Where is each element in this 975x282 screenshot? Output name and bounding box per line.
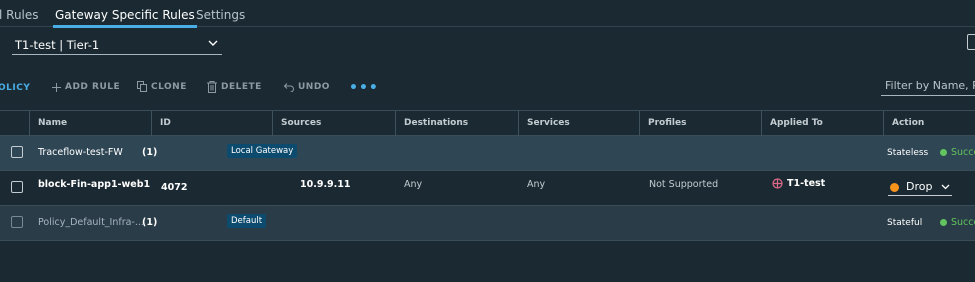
rule-services[interactable]: Any — [527, 179, 545, 190]
rule-id: 4072 — [161, 182, 188, 193]
column-header-id[interactable]: ID — [151, 111, 272, 136]
status-indicator: Success — [940, 147, 975, 158]
gateway-select[interactable]: T1-test | Tier-1 — [12, 37, 222, 55]
rule-destinations[interactable]: Any — [404, 179, 422, 190]
chevron-down-icon — [208, 40, 218, 46]
status-text: Success — [951, 147, 975, 158]
tab-bar: l Rules Gateway Specific Rules Settings — [0, 0, 975, 28]
action-select-value: Drop — [906, 180, 933, 193]
delete-label: DELETE — [221, 82, 262, 92]
column-header-profiles[interactable]: Profiles — [639, 111, 761, 136]
success-dot-icon — [940, 149, 947, 156]
policy-action: Stateless — [887, 148, 929, 158]
scope-badge: Local Gateway — [227, 144, 298, 158]
drop-dot-icon — [890, 183, 899, 192]
column-header-destinations[interactable]: Destinations — [395, 111, 518, 136]
rule-sources[interactable]: 10.9.9.11 — [300, 179, 351, 190]
gateway-select-value: T1-test | Tier-1 — [15, 38, 100, 52]
trash-icon — [207, 81, 217, 93]
add-policy-label: OLICY — [0, 83, 31, 93]
applied-to-label: T1-test — [787, 178, 826, 189]
scope-badge: Default — [227, 214, 267, 228]
tab-settings[interactable]: Settings — [196, 8, 245, 22]
action-select[interactable]: Drop — [888, 178, 952, 196]
table-row[interactable]: block-Fin-app1-web1 4072 10.9.9.11 Any A… — [0, 171, 975, 206]
clone-label: CLONE — [151, 81, 187, 92]
applied-to[interactable]: T1-test — [772, 178, 825, 189]
delete-button[interactable]: DELETE — [207, 81, 262, 93]
column-header-sources[interactable]: Sources — [272, 111, 395, 136]
rule-profiles[interactable]: Not Supported — [649, 179, 718, 190]
rules-table: Name ID Sources Destinations Services Pr… — [0, 110, 975, 241]
policy-action: Stateful — [887, 218, 923, 228]
table-header: Name ID Sources Destinations Services Pr… — [0, 110, 975, 136]
add-rule-label: ADD RULE — [65, 82, 121, 92]
rule-count: (1) — [142, 217, 158, 228]
undo-label: UNDO — [298, 82, 330, 92]
column-header-applied-to[interactable]: Applied To — [761, 111, 883, 136]
clone-button[interactable]: CLONE — [137, 81, 187, 92]
status-indicator: Success — [940, 217, 975, 228]
undo-button[interactable]: UNDO — [284, 82, 330, 92]
row-checkbox[interactable] — [11, 146, 23, 158]
undo-icon — [284, 82, 294, 92]
add-policy-button[interactable]: OLICY — [0, 83, 30, 93]
policy-name: Policy_Default_Infra-... — [38, 217, 144, 228]
plus-icon — [52, 82, 61, 92]
tier1-gateway-icon — [772, 178, 783, 189]
rule-count: (1) — [142, 147, 158, 158]
column-header-action[interactable]: Action — [883, 111, 975, 136]
tab-distributed-rules[interactable]: l Rules — [0, 8, 39, 22]
more-actions-icon[interactable]: ••• — [349, 80, 379, 96]
clone-icon — [137, 81, 147, 92]
add-rule-button[interactable]: ADD RULE — [52, 82, 120, 92]
status-text: Success — [951, 217, 975, 228]
success-dot-icon — [940, 219, 947, 226]
table-row[interactable]: Policy_Default_Infra-... (1) Default Sta… — [0, 206, 975, 241]
row-checkbox[interactable] — [11, 216, 23, 228]
chevron-down-icon — [941, 184, 950, 190]
column-header-services[interactable]: Services — [518, 111, 639, 136]
policy-name: Traceflow-test-FW — [38, 147, 123, 158]
tab-gateway-specific-rules[interactable]: Gateway Specific Rules — [53, 8, 197, 28]
toggle-box[interactable] — [967, 34, 975, 50]
rule-name[interactable]: block-Fin-app1-web1 — [38, 179, 150, 190]
table-row[interactable]: Traceflow-test-FW (1) Local Gateway Stat… — [0, 136, 975, 171]
filter-input[interactable]: Filter by Name, Path and more — [881, 76, 975, 96]
column-header-name[interactable]: Name — [29, 111, 151, 136]
row-checkbox[interactable] — [11, 181, 23, 193]
